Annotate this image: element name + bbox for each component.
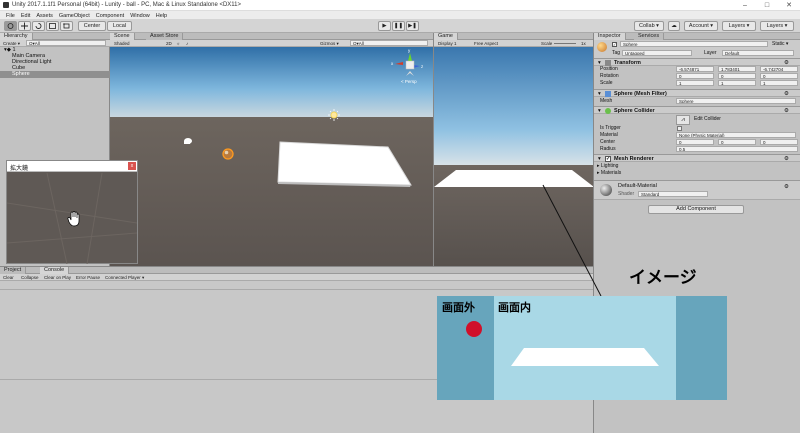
annotation-plane-svg	[511, 348, 659, 366]
annotation-heading: イメージ	[629, 268, 697, 288]
annotation-outside-label: 画面外	[442, 301, 475, 314]
annotation-panel: 画面内 画面外	[437, 296, 727, 400]
annotation-plane	[511, 348, 659, 366]
annotation-leader-line	[542, 184, 602, 297]
annotation-ball-dot	[466, 321, 482, 337]
annotation-inside-area: 画面内	[494, 296, 676, 400]
